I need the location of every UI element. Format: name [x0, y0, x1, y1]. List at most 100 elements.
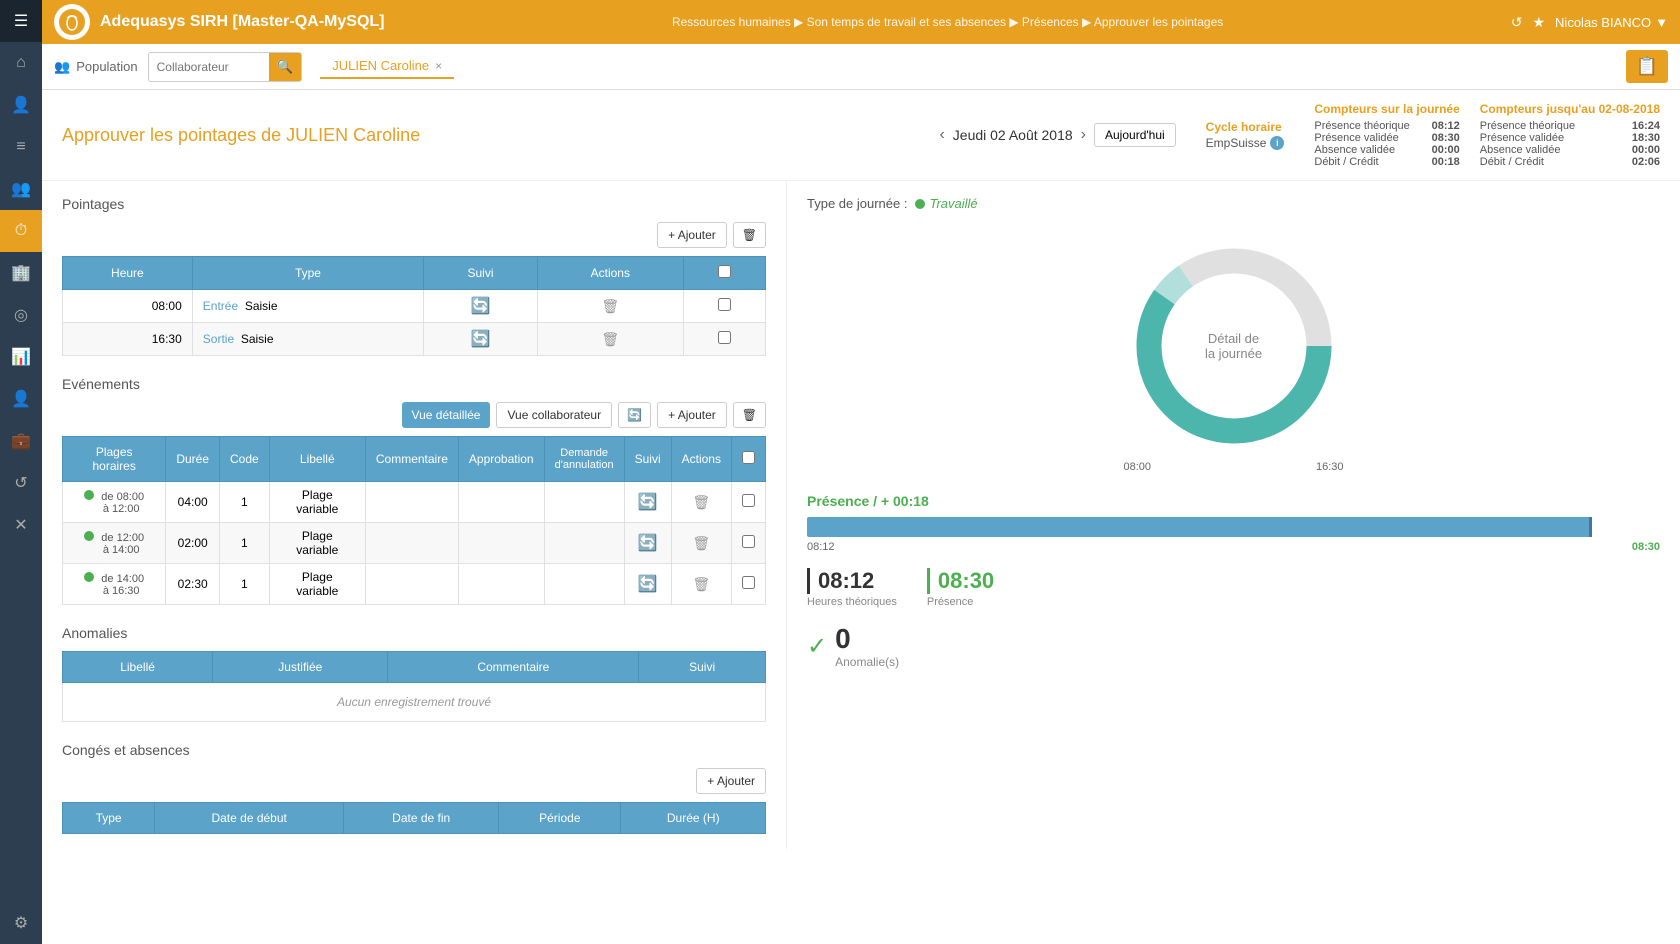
- info-icon[interactable]: i: [1270, 136, 1284, 150]
- col-suivi-an: Suivi: [639, 652, 766, 683]
- libelle-cell: Plage variable: [269, 564, 365, 605]
- col-duree-h: Durée (H): [621, 803, 766, 834]
- next-date-btn[interactable]: ›: [1081, 126, 1086, 144]
- row-checkbox[interactable]: [718, 331, 731, 344]
- delete-icon[interactable]: 🗑: [601, 298, 619, 314]
- select-all-pointages[interactable]: [718, 265, 731, 278]
- history-icon[interactable]: ↺: [1511, 14, 1523, 31]
- check-ev-cell: [731, 482, 765, 523]
- col-plages: Plages horaires: [63, 437, 166, 482]
- stat-theorique-label: Heures théoriques: [807, 596, 897, 608]
- table-row: 16:30 Sortie Saisie 🔄 🗑: [63, 323, 766, 356]
- entree-link[interactable]: Entrée: [203, 299, 238, 313]
- sidebar-item-building[interactable]: 🏢: [0, 252, 42, 294]
- approbation-cell: [458, 523, 544, 564]
- col-check: [683, 257, 765, 290]
- topbar: Adequasys SIRH [Master-QA-MySQL] Ressour…: [42, 0, 1680, 44]
- sync-icon[interactable]: 🔄: [638, 535, 658, 552]
- user-name: Nicolas BIANCO: [1555, 15, 1651, 30]
- refresh-btn[interactable]: 🔄: [618, 402, 651, 428]
- delete-icon[interactable]: 🗑: [692, 494, 710, 510]
- select-all-ev[interactable]: [742, 451, 755, 464]
- conges-table: Type Date de début Date de fin Période D…: [62, 802, 766, 834]
- conges-add-btn[interactable]: + Ajouter: [696, 768, 766, 794]
- col-approbation: Approbation: [458, 437, 544, 482]
- prev-date-btn[interactable]: ‹: [939, 126, 944, 144]
- col-suivi: Suivi: [424, 257, 538, 290]
- tab-label: JULIEN Caroline: [332, 58, 429, 73]
- day-type-dot: [915, 199, 925, 209]
- sidebar-item-refresh[interactable]: ↺: [0, 462, 42, 504]
- sidebar-item-list[interactable]: ≡: [0, 126, 42, 168]
- dot-green-icon: [84, 490, 94, 500]
- delete-icon[interactable]: 🗑: [692, 576, 710, 592]
- bar-labels: 08:12 08:30: [807, 541, 1660, 553]
- sidebar-item-target[interactable]: ◎: [0, 294, 42, 336]
- anomalie-label: Anomalie(s): [835, 655, 899, 669]
- evenements-add-btn[interactable]: + Ajouter: [657, 402, 727, 428]
- libelle-cell: Plage variable: [269, 482, 365, 523]
- search-input[interactable]: [149, 60, 269, 74]
- topbar-actions: ↺ ★ Nicolas BIANCO ▼: [1511, 14, 1668, 31]
- empty-message: Aucun enregistrement trouvé: [63, 683, 766, 722]
- sidebar-item-time[interactable]: ⏱: [0, 210, 42, 252]
- sidebar-item-gear[interactable]: ⚙: [0, 902, 42, 944]
- sidebar-item-tools[interactable]: ✕: [0, 504, 42, 546]
- sync-icon[interactable]: 🔄: [638, 494, 658, 511]
- sidebar-item-person2[interactable]: 👤: [0, 378, 42, 420]
- sync-icon[interactable]: 🔄: [471, 331, 491, 348]
- anomalie-count: 0: [835, 623, 899, 655]
- col-check-ev: [731, 437, 765, 482]
- employee-tab[interactable]: JULIEN Caroline ×: [320, 54, 454, 79]
- subnav-right-btn[interactable]: 📋: [1626, 50, 1668, 83]
- vue-detaillee-btn[interactable]: Vue détaillée: [402, 402, 491, 428]
- delete-icon[interactable]: 🗑: [601, 331, 619, 347]
- star-icon[interactable]: ★: [1532, 14, 1545, 31]
- duree-cell: 02:30: [166, 564, 220, 605]
- hamburger-icon[interactable]: ☰: [0, 0, 42, 42]
- search-button[interactable]: 🔍: [269, 52, 302, 82]
- tab-close-icon[interactable]: ×: [435, 59, 442, 73]
- sync-icon[interactable]: 🔄: [638, 576, 658, 593]
- caret-down-icon: ▼: [1655, 15, 1668, 30]
- sidebar-item-person[interactable]: 👤: [0, 84, 42, 126]
- sidebar-item-chart[interactable]: 📊: [0, 336, 42, 378]
- population-btn[interactable]: 👥 Population: [54, 59, 138, 75]
- stat-presence-label: Présence: [927, 596, 973, 608]
- row-checkbox[interactable]: [742, 535, 755, 548]
- vue-collaborateur-btn[interactable]: Vue collaborateur: [496, 402, 612, 428]
- row-checkbox[interactable]: [742, 576, 755, 589]
- type-cell: Sortie Saisie: [192, 323, 423, 356]
- actions-ev-cell: 🗑: [671, 564, 731, 605]
- cycle-value: EmpSuisse i: [1206, 136, 1285, 150]
- anomalies-title: Anomalies: [62, 625, 766, 641]
- app-title: Adequasys SIRH [Master-QA-MySQL]: [100, 13, 385, 31]
- evenements-title: Evénements: [62, 376, 766, 392]
- pointages-delete-btn[interactable]: 🗑: [733, 222, 766, 248]
- sidebar-item-briefcase[interactable]: 💼: [0, 420, 42, 462]
- demande-cell: [544, 564, 624, 605]
- donut-chart: Détail de la journée: [1124, 236, 1344, 456]
- delete-icon[interactable]: 🗑: [692, 535, 710, 551]
- approbation-cell: [458, 564, 544, 605]
- today-btn[interactable]: Aujourd'hui: [1094, 123, 1176, 147]
- main-wrapper: Adequasys SIRH [Master-QA-MySQL] Ressour…: [42, 0, 1680, 944]
- evenements-delete-btn[interactable]: 🗑: [733, 402, 766, 428]
- user-menu[interactable]: Nicolas BIANCO ▼: [1555, 15, 1668, 30]
- sidebar: ☰ ⌂ 👤 ≡ 👥 ⏱ 🏢 ◎ 📊 👤 💼 ↺ ✕ ⚙: [0, 0, 42, 944]
- row-checkbox[interactable]: [718, 298, 731, 311]
- sidebar-item-home[interactable]: ⌂: [0, 42, 42, 84]
- row-checkbox[interactable]: [742, 494, 755, 507]
- anomalie-info: 0 Anomalie(s): [835, 623, 899, 669]
- day-type-row: Type de journée : Travaillé: [807, 196, 1660, 211]
- actions-cell: 🗑: [537, 290, 683, 323]
- sortie-link[interactable]: Sortie: [203, 332, 234, 346]
- pointages-add-btn[interactable]: + Ajouter: [657, 222, 727, 248]
- bar-label-left: 08:12: [807, 541, 835, 553]
- bar-marker: [1589, 517, 1592, 537]
- sidebar-item-group[interactable]: 👥: [0, 168, 42, 210]
- sync-icon[interactable]: 🔄: [471, 298, 491, 315]
- plage-cell: de 08:00 à 12:00: [63, 482, 166, 523]
- left-column: Pointages + Ajouter 🗑 Heure Type Suivi A…: [42, 181, 787, 849]
- stat-presence-time: 08:30: [927, 568, 994, 594]
